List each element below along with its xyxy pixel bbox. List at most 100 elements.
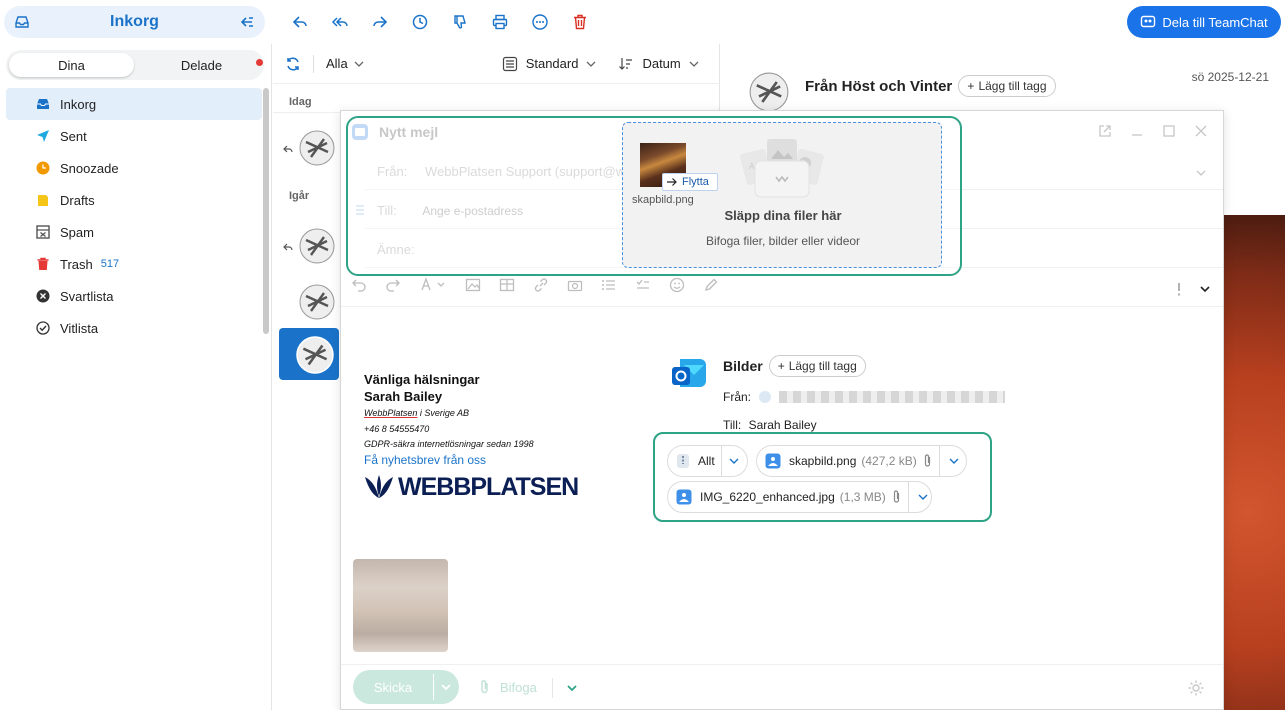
attachment-chip[interactable]: IMG_6220_enhanced.jpg (1,3 MB) <box>667 481 932 513</box>
sidebar-item-label: Trash <box>60 256 93 272</box>
image-icon[interactable] <box>465 277 481 293</box>
sidebar-item-spam[interactable]: Spam <box>6 216 262 248</box>
divider <box>938 446 940 476</box>
sender-avatar <box>749 72 789 112</box>
minimize-icon[interactable] <box>1129 123 1145 139</box>
chevron-down-icon[interactable] <box>949 456 959 466</box>
popout-icon[interactable] <box>1097 123 1113 139</box>
sidebar-item-vitlista[interactable]: Vitlista <box>6 312 262 344</box>
add-tag-label: Lägg till tagg <box>978 79 1047 93</box>
camera-icon[interactable] <box>567 277 583 293</box>
chevron-down-icon <box>586 61 596 67</box>
chevron-down-icon[interactable] <box>1195 167 1207 179</box>
sidebar: Dina Delade Inkorg Sent Snoozade Drafts <box>0 44 272 710</box>
chevron-down-icon[interactable] <box>440 681 452 693</box>
quoted-title: Bilder <box>723 358 763 374</box>
spam-button[interactable] <box>440 6 480 38</box>
filter-dropdown[interactable]: Alla <box>326 56 364 71</box>
collapse-sidebar-icon[interactable] <box>239 14 255 30</box>
tab-delade[interactable]: Delade <box>139 53 264 77</box>
replied-icon <box>283 243 293 251</box>
redo-icon[interactable] <box>385 277 401 293</box>
trash-icon <box>574 14 586 30</box>
all-attachments-chip[interactable]: Allt <box>667 445 748 477</box>
inbox-icon[interactable] <box>14 14 30 30</box>
add-tag-button[interactable]: + Lägg till tagg <box>768 355 866 377</box>
tab-dina[interactable]: Dina <box>9 53 134 77</box>
blocked-icon <box>36 289 50 303</box>
sidebar-item-trash[interactable]: Trash 517 <box>6 248 262 280</box>
quoted-from-label: Från: <box>723 390 752 404</box>
add-tag-button[interactable]: + Lägg till tagg <box>958 75 1056 97</box>
settings-gear-icon[interactable] <box>1187 679 1205 697</box>
refresh-icon[interactable] <box>285 56 301 72</box>
sidebar-item-label: Inkorg <box>60 96 97 112</box>
company-logo: WEBBPLATSEN <box>364 471 579 504</box>
pen-icon[interactable] <box>703 277 719 293</box>
forward-button[interactable] <box>360 6 400 38</box>
sidebar-header: Inkorg <box>4 6 265 38</box>
list-item[interactable] <box>279 122 339 174</box>
importance-icon[interactable] <box>1175 281 1183 297</box>
format-toolbar <box>351 277 719 293</box>
divider <box>907 482 909 512</box>
arrow-right-icon <box>667 178 677 186</box>
avatar <box>299 228 335 264</box>
attachment-chip[interactable]: skapbild.png (427,2 kB) <box>756 445 967 477</box>
reply-all-button[interactable] <box>320 6 360 38</box>
attachment-size: (427,2 kB) <box>861 454 917 468</box>
printer-icon <box>492 14 508 30</box>
chevron-down-icon[interactable] <box>566 682 578 694</box>
sort-dropdown[interactable]: Datum <box>618 56 699 72</box>
trash-count-badge: 517 <box>100 258 120 270</box>
undo-icon[interactable] <box>351 277 367 293</box>
sidebar-item-label: Svartlista <box>60 288 114 304</box>
folder-list: Inkorg Sent Snoozade Drafts Spam Trash 5… <box>6 88 262 344</box>
list-item[interactable] <box>279 276 339 328</box>
clock-icon <box>36 161 50 175</box>
chevron-down-icon[interactable] <box>1199 283 1211 295</box>
sort-label: Datum <box>642 56 681 71</box>
sidebar-item-label: Drafts <box>60 192 95 208</box>
view-dropdown[interactable]: Standard <box>502 56 597 72</box>
clock-icon <box>412 14 428 30</box>
company-link[interactable]: WebbPlatsen <box>364 408 417 418</box>
avatar <box>759 391 772 403</box>
newsletter-link[interactable]: Få nyhetsbrev från oss <box>364 453 578 469</box>
share-teamchat-button[interactable]: Dela till TeamChat <box>1127 6 1281 38</box>
link-icon[interactable] <box>533 277 549 293</box>
list-item[interactable] <box>279 220 339 272</box>
sidebar-item-inkorg[interactable]: Inkorg <box>6 88 262 120</box>
sidebar-scrollbar[interactable] <box>263 88 269 334</box>
inline-image-thumbnail[interactable] <box>353 559 448 652</box>
delete-button[interactable] <box>560 6 600 38</box>
sidebar-item-svartlista[interactable]: Svartlista <box>6 280 262 312</box>
message-subject: Från Höst och Vinter + Lägg till tagg <box>805 75 1056 97</box>
signature-name: Sarah Bailey <box>364 388 443 404</box>
checklist-icon[interactable] <box>635 277 651 293</box>
sidebar-item-label: Vitlista <box>60 320 99 336</box>
draft-icon <box>38 195 48 206</box>
sidebar-item-snoozade[interactable]: Snoozade <box>6 152 262 184</box>
signature-greeting: Vänliga hälsningar <box>364 372 480 387</box>
close-icon[interactable] <box>1193 123 1209 139</box>
drop-subtitle: Bifoga filer, bilder eller videor <box>705 234 861 248</box>
send-button[interactable]: Skicka <box>353 670 459 704</box>
snooze-button[interactable] <box>400 6 440 38</box>
print-button[interactable] <box>480 6 520 38</box>
attach-button[interactable]: Bifoga <box>478 679 537 695</box>
emoji-icon[interactable] <box>669 277 685 293</box>
more-button[interactable] <box>520 6 560 38</box>
list-item-selected[interactable] <box>279 328 339 380</box>
sidebar-item-drafts[interactable]: Drafts <box>6 184 262 216</box>
font-color-icon[interactable] <box>419 277 447 293</box>
table-icon[interactable] <box>499 277 515 293</box>
sidebar-item-sent[interactable]: Sent <box>6 120 262 152</box>
background-photo <box>1224 215 1285 710</box>
reply-button[interactable] <box>280 6 320 38</box>
maximize-icon[interactable] <box>1161 123 1177 139</box>
chevron-down-icon[interactable] <box>918 492 928 502</box>
list-icon[interactable] <box>601 277 617 293</box>
chevron-down-icon[interactable] <box>729 456 739 466</box>
thumbs-down-icon <box>454 15 466 29</box>
